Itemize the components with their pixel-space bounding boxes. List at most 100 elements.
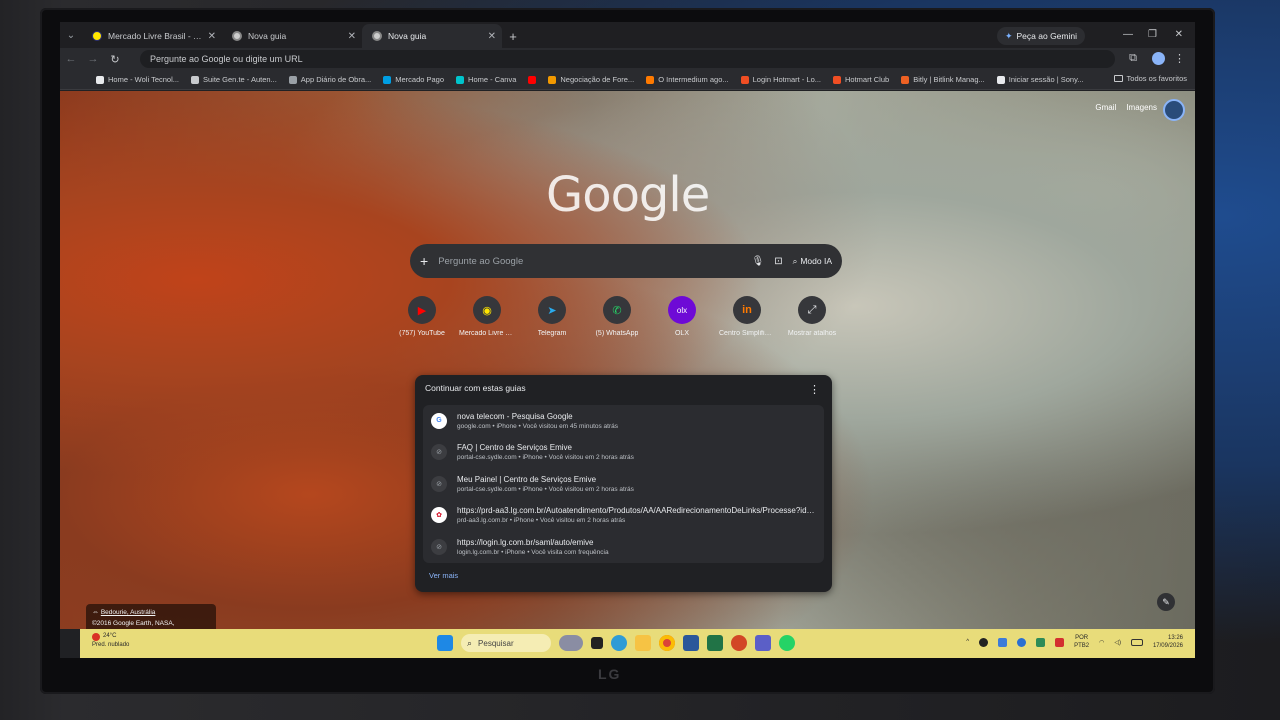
minimize-icon[interactable]: — xyxy=(1123,29,1133,40)
taskbar-search[interactable]: ⌕ Pesquisar xyxy=(461,634,551,652)
list-item[interactable]: ✿ https://prd-aa3.lg.com.br/Autoatendime… xyxy=(423,500,824,532)
list-item[interactable]: ⊘ https://login.lg.com.br/saml/auto/emiv… xyxy=(423,531,824,563)
tab-mercado-livre[interactable]: Mercado Livre Brasil - Frete Grátis ✕ xyxy=(82,24,222,48)
shortcut-label: Mercado Livre Br... xyxy=(459,330,515,337)
restore-icon[interactable]: ❐ xyxy=(1148,29,1157,40)
reload-icon[interactable]: ↻ xyxy=(104,53,126,66)
bookmark-item[interactable]: Suite Gen.te - Auten... xyxy=(191,75,277,84)
bookmark-item[interactable]: Negociação de Fore... xyxy=(548,75,634,84)
bookmark-item[interactable]: Login Hotmart - Lo... xyxy=(740,75,822,84)
account-avatar[interactable] xyxy=(1163,99,1185,121)
system-tray: ^ POR PTB2 ◠ ◁) 13:26 17/09/2026 xyxy=(966,634,1183,650)
close-icon[interactable]: ✕ xyxy=(348,31,356,42)
gmail-link[interactable]: Gmail xyxy=(1095,103,1116,112)
close-icon[interactable]: ✕ xyxy=(208,31,216,42)
bookmark-favicon-icon xyxy=(456,75,465,84)
bookmark-favicon-icon xyxy=(191,75,199,84)
intermedium-icon: in xyxy=(733,296,761,324)
ai-mode-button[interactable]: ⌕ Modo IA xyxy=(793,256,832,267)
tray-app-icon[interactable] xyxy=(998,637,1008,647)
clock[interactable]: 13:26 17/09/2026 xyxy=(1153,634,1183,650)
tab-nova-guia-active[interactable]: Nova guia ✕ xyxy=(362,24,502,48)
plus-icon[interactable]: + xyxy=(420,253,428,269)
chevron-up-icon[interactable]: ^ xyxy=(966,639,969,645)
menu-icon[interactable]: ⋮ xyxy=(1174,52,1185,65)
tray-app-icon[interactable] xyxy=(1036,637,1046,647)
tray-app-icon[interactable] xyxy=(979,637,989,647)
mic-icon[interactable]: 🎙 xyxy=(751,256,764,267)
tray-app-icon[interactable] xyxy=(1055,637,1065,647)
whatsapp-icon[interactable] xyxy=(779,635,795,651)
shortcut-intermedium[interactable]: in Centro Simplifica... xyxy=(719,296,775,337)
item-title: Meu Painel | Centro de Serviços Emive xyxy=(457,474,597,484)
bookmark-item[interactable]: Iniciar sessão | Sony... xyxy=(996,75,1084,84)
shortcut-whatsapp[interactable]: ✆ (5) WhatsApp xyxy=(595,296,639,337)
task-view-icon[interactable] xyxy=(591,637,603,649)
toolbar: ← → ↻ Pergunte ao Google ou digite um UR… xyxy=(60,48,1195,70)
language-indicator[interactable]: POR PTB2 xyxy=(1074,634,1089,650)
shortcut-mercado-livre[interactable]: ◉ Mercado Livre Br... xyxy=(459,296,515,337)
google-logo: Google xyxy=(546,167,710,223)
bookmark-item[interactable]: Home - Woli Tecnol... xyxy=(96,75,179,84)
ntp-search-box[interactable]: + Pergunte ao Google 🎙 ⊡ ⌕ Modo IA xyxy=(410,244,842,278)
excel-icon[interactable] xyxy=(707,635,723,651)
profile-icon[interactable] xyxy=(1152,52,1165,68)
tab-nova-guia-1[interactable]: Nova guia ✕ xyxy=(222,24,362,48)
list-item[interactable]: ⊘ FAQ | Centro de Serviços Emive portal-… xyxy=(423,437,824,469)
images-link[interactable]: Imagens xyxy=(1126,103,1157,112)
bookmark-item[interactable]: Hotmart Club xyxy=(833,75,889,84)
mercado-livre-icon xyxy=(92,31,102,41)
bookmarks-bar: Home - Woli Tecnol... Suite Gen.te - Aut… xyxy=(60,70,1195,90)
extensions-icon[interactable]: ⧉ xyxy=(1129,52,1137,65)
chrome-icon[interactable] xyxy=(659,635,675,651)
forward-icon[interactable]: → xyxy=(82,53,104,65)
back-icon[interactable]: ← xyxy=(60,53,82,65)
shortcut-olx[interactable]: olx OLX xyxy=(660,296,704,337)
shortcut-show-more[interactable]: ⤢ Mostrar atalhos xyxy=(788,296,836,337)
omnibox[interactable]: Pergunte ao Google ou digite um URL xyxy=(140,50,1115,68)
gemini-star-icon: ✦ xyxy=(1004,30,1013,41)
bookmark-label: Home - Canva xyxy=(468,75,517,84)
shortcut-telegram[interactable]: ➤ Telegram xyxy=(530,296,574,337)
globe-icon: ⊘ xyxy=(431,475,447,492)
wifi-icon[interactable]: ◠ xyxy=(1099,639,1104,646)
bookmark-item[interactable]: O Intermedium ago... xyxy=(646,75,729,84)
pencil-icon[interactable]: ✎ xyxy=(1157,593,1175,611)
close-window-icon[interactable]: ✕ xyxy=(1175,29,1183,40)
gemini-button[interactable]: ✦ Peça ao Gemini xyxy=(996,27,1085,45)
bookmark-item[interactable]: Bitly | Bitlink Manag... xyxy=(901,75,985,84)
browser-window: ⌄ Mercado Livre Brasil - Frete Grátis ✕ … xyxy=(60,22,1195,658)
powerpoint-icon[interactable] xyxy=(731,635,747,651)
file-explorer-icon[interactable] xyxy=(635,635,651,651)
close-icon[interactable]: ✕ xyxy=(488,31,496,42)
shortcut-youtube[interactable]: ▶ (757) YouTube xyxy=(399,296,445,337)
word-icon[interactable] xyxy=(683,635,699,651)
list-item[interactable]: ⊘ Meu Painel | Centro de Serviços Emive … xyxy=(423,468,824,500)
bookmark-label: Iniciar sessão | Sony... xyxy=(1008,75,1084,84)
new-tab-button[interactable]: + xyxy=(502,24,524,48)
volume-icon[interactable]: ◁) xyxy=(1114,639,1121,646)
bookmark-label: Login Hotmart - Lo... xyxy=(752,75,822,84)
onedrive-icon[interactable] xyxy=(1017,637,1027,647)
item-subtitle: prd-aa3.lg.com.br • iPhone • Você visito… xyxy=(457,517,626,525)
attribution-place: Bedourie, Austrália xyxy=(100,609,156,616)
bookmark-item[interactable]: App Diário de Obra... xyxy=(288,75,371,84)
see-more-link[interactable]: Ver mais xyxy=(429,571,458,580)
teams-icon[interactable] xyxy=(755,635,771,651)
weather-widget[interactable]: 24°C Pred. nublado xyxy=(92,632,129,650)
whatsapp-icon: ✆ xyxy=(603,296,631,324)
more-options-icon[interactable]: ⋮ xyxy=(809,383,820,396)
list-item[interactable]: G nova telecom - Pesquisa Google google.… xyxy=(423,405,824,437)
item-subtitle: login.lg.com.br • iPhone • Você visita c… xyxy=(457,548,609,556)
battery-icon[interactable] xyxy=(1130,638,1143,646)
ai-search-icon: ⌕ xyxy=(792,255,798,266)
windows-start-icon[interactable] xyxy=(437,635,453,651)
tab-search-button[interactable]: ⌄ xyxy=(60,22,82,48)
all-bookmarks-button[interactable]: Todos os favoritos xyxy=(1113,74,1187,83)
bookmark-item[interactable]: Home - Canva xyxy=(456,75,516,84)
widgets-icon[interactable] xyxy=(559,635,583,651)
bookmark-item[interactable]: Mercado Pago xyxy=(383,75,444,84)
bookmark-item[interactable] xyxy=(528,75,537,84)
edge-icon[interactable] xyxy=(611,635,627,651)
lens-icon[interactable]: ⊡ xyxy=(774,256,782,267)
